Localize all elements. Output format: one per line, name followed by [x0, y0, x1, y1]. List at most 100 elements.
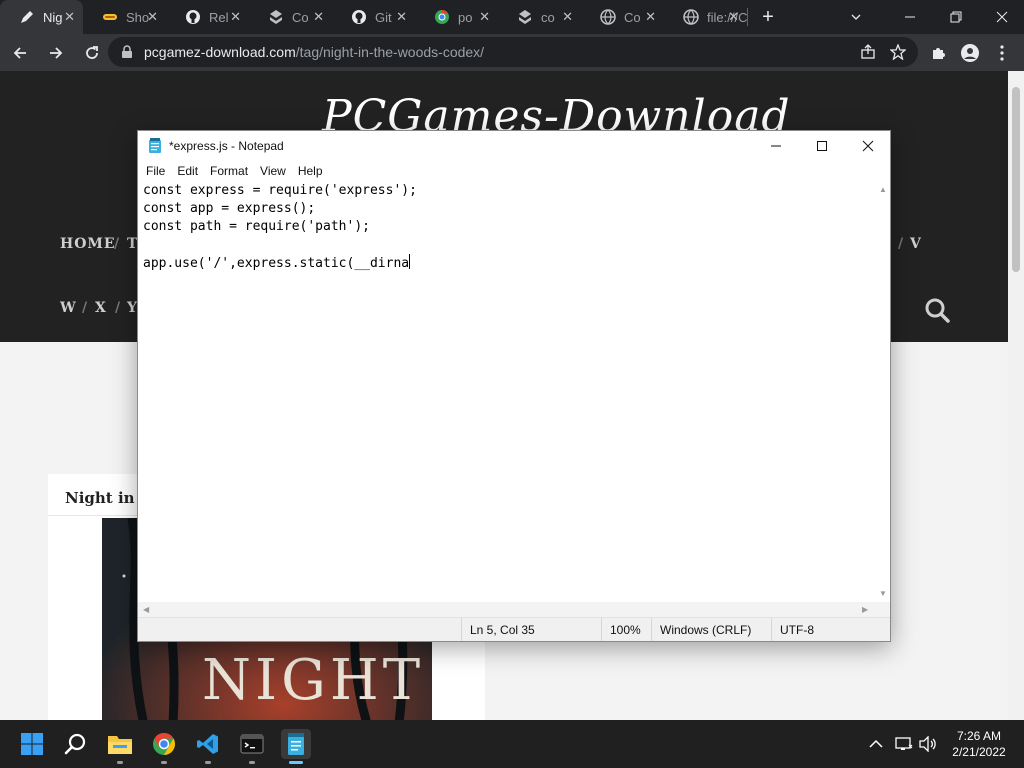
taskbar: 7:26 AM 2/21/2022 — [0, 720, 1024, 768]
share-icon[interactable] — [860, 44, 876, 63]
menu-format[interactable]: Format — [204, 164, 254, 178]
status-position: Ln 5, Col 35 — [461, 618, 601, 641]
tab-label: file:///C — [707, 9, 747, 25]
browser-tab-7[interactable]: co ✕ — [498, 0, 581, 34]
windows-start-icon[interactable] — [17, 729, 47, 759]
inbox-icon — [517, 9, 533, 25]
tab-close-icon[interactable]: ✕ — [147, 9, 158, 25]
notepad-horizontal-scrollbar[interactable]: ◀ ▶ — [138, 602, 875, 617]
chrome-icon[interactable] — [149, 729, 179, 764]
back-arrow-icon[interactable] — [4, 37, 36, 69]
address-bar[interactable]: pcgamez-download.com/tag/night-in-the-wo… — [108, 37, 918, 67]
clock-time: 7:26 AM — [956, 729, 1002, 743]
browser-tab-3[interactable]: Rel ✕ — [166, 0, 249, 34]
resize-grip[interactable] — [875, 602, 890, 617]
page-scrollbar[interactable] — [1008, 71, 1024, 720]
tab-close-icon[interactable]: ✕ — [64, 9, 75, 25]
browser-tab-9[interactable]: file:///C ✕ — [664, 0, 747, 34]
restore-icon[interactable] — [942, 0, 970, 34]
volume-icon[interactable] — [916, 720, 940, 768]
nav-letter-w[interactable]: W — [60, 300, 77, 316]
chevron-up-icon[interactable] — [866, 720, 886, 768]
running-indicator — [249, 761, 255, 764]
nav-letter-v[interactable]: V — [910, 236, 922, 252]
nav-home[interactable]: HOME — [60, 236, 116, 252]
browser-tab-4[interactable]: Co ✕ — [249, 0, 332, 34]
notepad-taskbar-icon[interactable] — [281, 729, 311, 764]
close-icon[interactable] — [988, 0, 1016, 34]
tab-close-icon[interactable]: ✕ — [479, 9, 490, 25]
browser-tab-6[interactable]: po ✕ — [415, 0, 498, 34]
notepad-menubar: File Edit Format View Help — [138, 161, 890, 181]
code-line-5: app.use('/',express.static(__dirna — [143, 256, 410, 271]
scroll-up-arrow-icon[interactable]: ▲ — [879, 185, 887, 194]
minimize-icon[interactable] — [896, 0, 924, 34]
search-icon[interactable] — [924, 297, 950, 323]
bookmark-star-icon[interactable] — [889, 43, 907, 63]
github-icon — [351, 9, 367, 25]
notepad-statusbar: Ln 5, Col 35 100% Windows (CRLF) UTF-8 — [138, 617, 890, 641]
scroll-right-arrow-icon[interactable]: ▶ — [862, 605, 868, 614]
notepad-text-area[interactable]: const express = require('express'); const… — [138, 181, 875, 602]
tab-search-icon[interactable] — [850, 0, 876, 34]
tab-close-icon[interactable]: ✕ — [562, 9, 573, 25]
github-icon — [185, 9, 201, 25]
code-line-2: const app = express(); — [143, 201, 316, 216]
chrome-icon — [434, 9, 450, 25]
notepad-minimize-icon[interactable] — [753, 131, 799, 161]
scroll-down-arrow-icon[interactable]: ▼ — [879, 589, 887, 598]
browser-tab-8[interactable]: Co ✕ — [581, 0, 664, 34]
vscode-icon[interactable] — [193, 729, 223, 764]
file-explorer-icon[interactable] — [105, 729, 135, 764]
network-icon[interactable] — [892, 720, 916, 768]
tab-close-icon[interactable]: ✕ — [230, 9, 241, 25]
extensions-icon[interactable] — [926, 34, 950, 71]
cover-title-text: NIGHT — [202, 648, 425, 713]
new-tab-button[interactable]: + — [748, 6, 788, 29]
running-indicator — [117, 761, 123, 764]
scroll-left-arrow-icon[interactable]: ◀ — [143, 605, 149, 614]
url-path: /tag/night-in-the-woods-codex/ — [295, 44, 485, 60]
menu-help[interactable]: Help — [292, 164, 329, 178]
notepad-maximize-icon[interactable] — [799, 131, 845, 161]
menu-view[interactable]: View — [254, 164, 292, 178]
reload-icon[interactable] — [76, 37, 108, 69]
lock-icon[interactable] — [120, 45, 134, 59]
tab-close-icon[interactable]: ✕ — [313, 9, 324, 25]
nav-separator: / — [115, 300, 122, 316]
inbox-icon — [268, 9, 284, 25]
nav-separator: / — [114, 236, 121, 252]
code-line-1: const express = require('express'); — [143, 183, 417, 198]
menu-file[interactable]: File — [140, 164, 171, 178]
browser-tab-1[interactable]: Nig ✕ — [0, 0, 83, 34]
browser-tab-2[interactable]: Sho ✕ — [83, 0, 166, 34]
tab-close-icon[interactable]: ✕ — [728, 9, 739, 25]
forward-arrow-icon[interactable] — [40, 37, 72, 69]
tab-close-icon[interactable]: ✕ — [396, 9, 407, 25]
terminal-icon[interactable] — [237, 729, 267, 764]
browser-tab-5[interactable]: Git ✕ — [332, 0, 415, 34]
notepad-vertical-scrollbar[interactable]: ▲ ▼ — [875, 181, 890, 602]
code-line-3: const path = require('path'); — [143, 219, 370, 234]
notepad-window: *express.js - Notepad File Edit Format V… — [137, 130, 891, 642]
text-caret — [409, 254, 411, 269]
code-block: const express = require('express'); const… — [143, 182, 417, 273]
system-clock[interactable]: 7:26 AM 2/21/2022 — [940, 728, 1018, 760]
nav-separator: / — [82, 300, 89, 316]
kebab-menu-icon[interactable] — [992, 34, 1012, 71]
search-icon[interactable] — [61, 729, 91, 759]
hotdog-icon — [102, 9, 118, 25]
running-indicator — [289, 761, 303, 764]
notepad-close-icon[interactable] — [845, 131, 891, 161]
url-host: pcgamez-download.com — [144, 44, 296, 60]
tab-close-icon[interactable]: ✕ — [645, 9, 656, 25]
status-encoding: UTF-8 — [771, 618, 890, 641]
page-scrollbar-thumb[interactable] — [1012, 87, 1020, 272]
notepad-icon — [147, 138, 163, 154]
status-zoom: 100% — [601, 618, 651, 641]
profile-avatar-icon[interactable] — [958, 34, 982, 71]
menu-edit[interactable]: Edit — [171, 164, 204, 178]
nav-letter-x[interactable]: X — [95, 300, 107, 316]
running-indicator — [205, 761, 211, 764]
